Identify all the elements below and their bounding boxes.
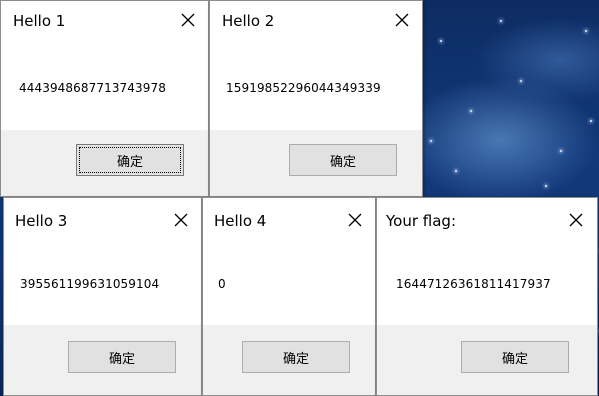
dialog-footer: 确定 [203, 325, 375, 395]
star [500, 20, 502, 22]
ok-button[interactable]: 确定 [242, 341, 350, 373]
star [455, 170, 457, 172]
dialog-footer: 确定 [210, 130, 422, 196]
dialog-footer: 确定 [4, 325, 201, 395]
dialog-message: 4443948687713743978 [19, 81, 166, 95]
dialog-message: 395561199631059104 [20, 277, 160, 291]
star [590, 120, 592, 122]
dialog-footer: 确定 [377, 325, 597, 395]
close-icon[interactable] [567, 211, 585, 229]
message-dialog-hello-1: Hello 1 4443948687713743978 确定 [0, 0, 209, 197]
ok-button[interactable]: 确定 [461, 341, 569, 373]
ok-button[interactable]: 确定 [68, 341, 176, 373]
dialog-title: Hello 2 [222, 12, 275, 30]
dialog-title: Hello 3 [15, 212, 68, 230]
star [440, 40, 442, 42]
dialog-title: Hello 4 [214, 212, 267, 230]
star [470, 110, 472, 112]
dialog-message: 15919852296044349339 [226, 81, 381, 95]
close-icon[interactable] [179, 11, 197, 29]
star [560, 150, 562, 152]
star [430, 140, 432, 142]
message-dialog-hello-3: Hello 3 395561199631059104 确定 [3, 197, 202, 396]
message-dialog-your-flag: Your flag: 16447126361811417937 确定 [376, 197, 598, 396]
message-dialog-hello-2: Hello 2 15919852296044349339 确定 [209, 0, 423, 197]
star [520, 80, 522, 82]
dialog-footer: 确定 [1, 130, 208, 196]
close-icon[interactable] [393, 11, 411, 29]
ok-button[interactable]: 确定 [289, 144, 397, 176]
dialog-message: 16447126361811417937 [396, 277, 551, 291]
close-icon[interactable] [346, 211, 364, 229]
close-icon[interactable] [172, 211, 190, 229]
dialog-title: Your flag: [386, 212, 457, 230]
star [585, 30, 587, 32]
ok-button[interactable]: 确定 [76, 144, 184, 176]
dialog-title: Hello 1 [13, 12, 66, 30]
dialog-message: 0 [218, 277, 226, 291]
message-dialog-hello-4: Hello 4 0 确定 [202, 197, 376, 396]
star [545, 185, 547, 187]
